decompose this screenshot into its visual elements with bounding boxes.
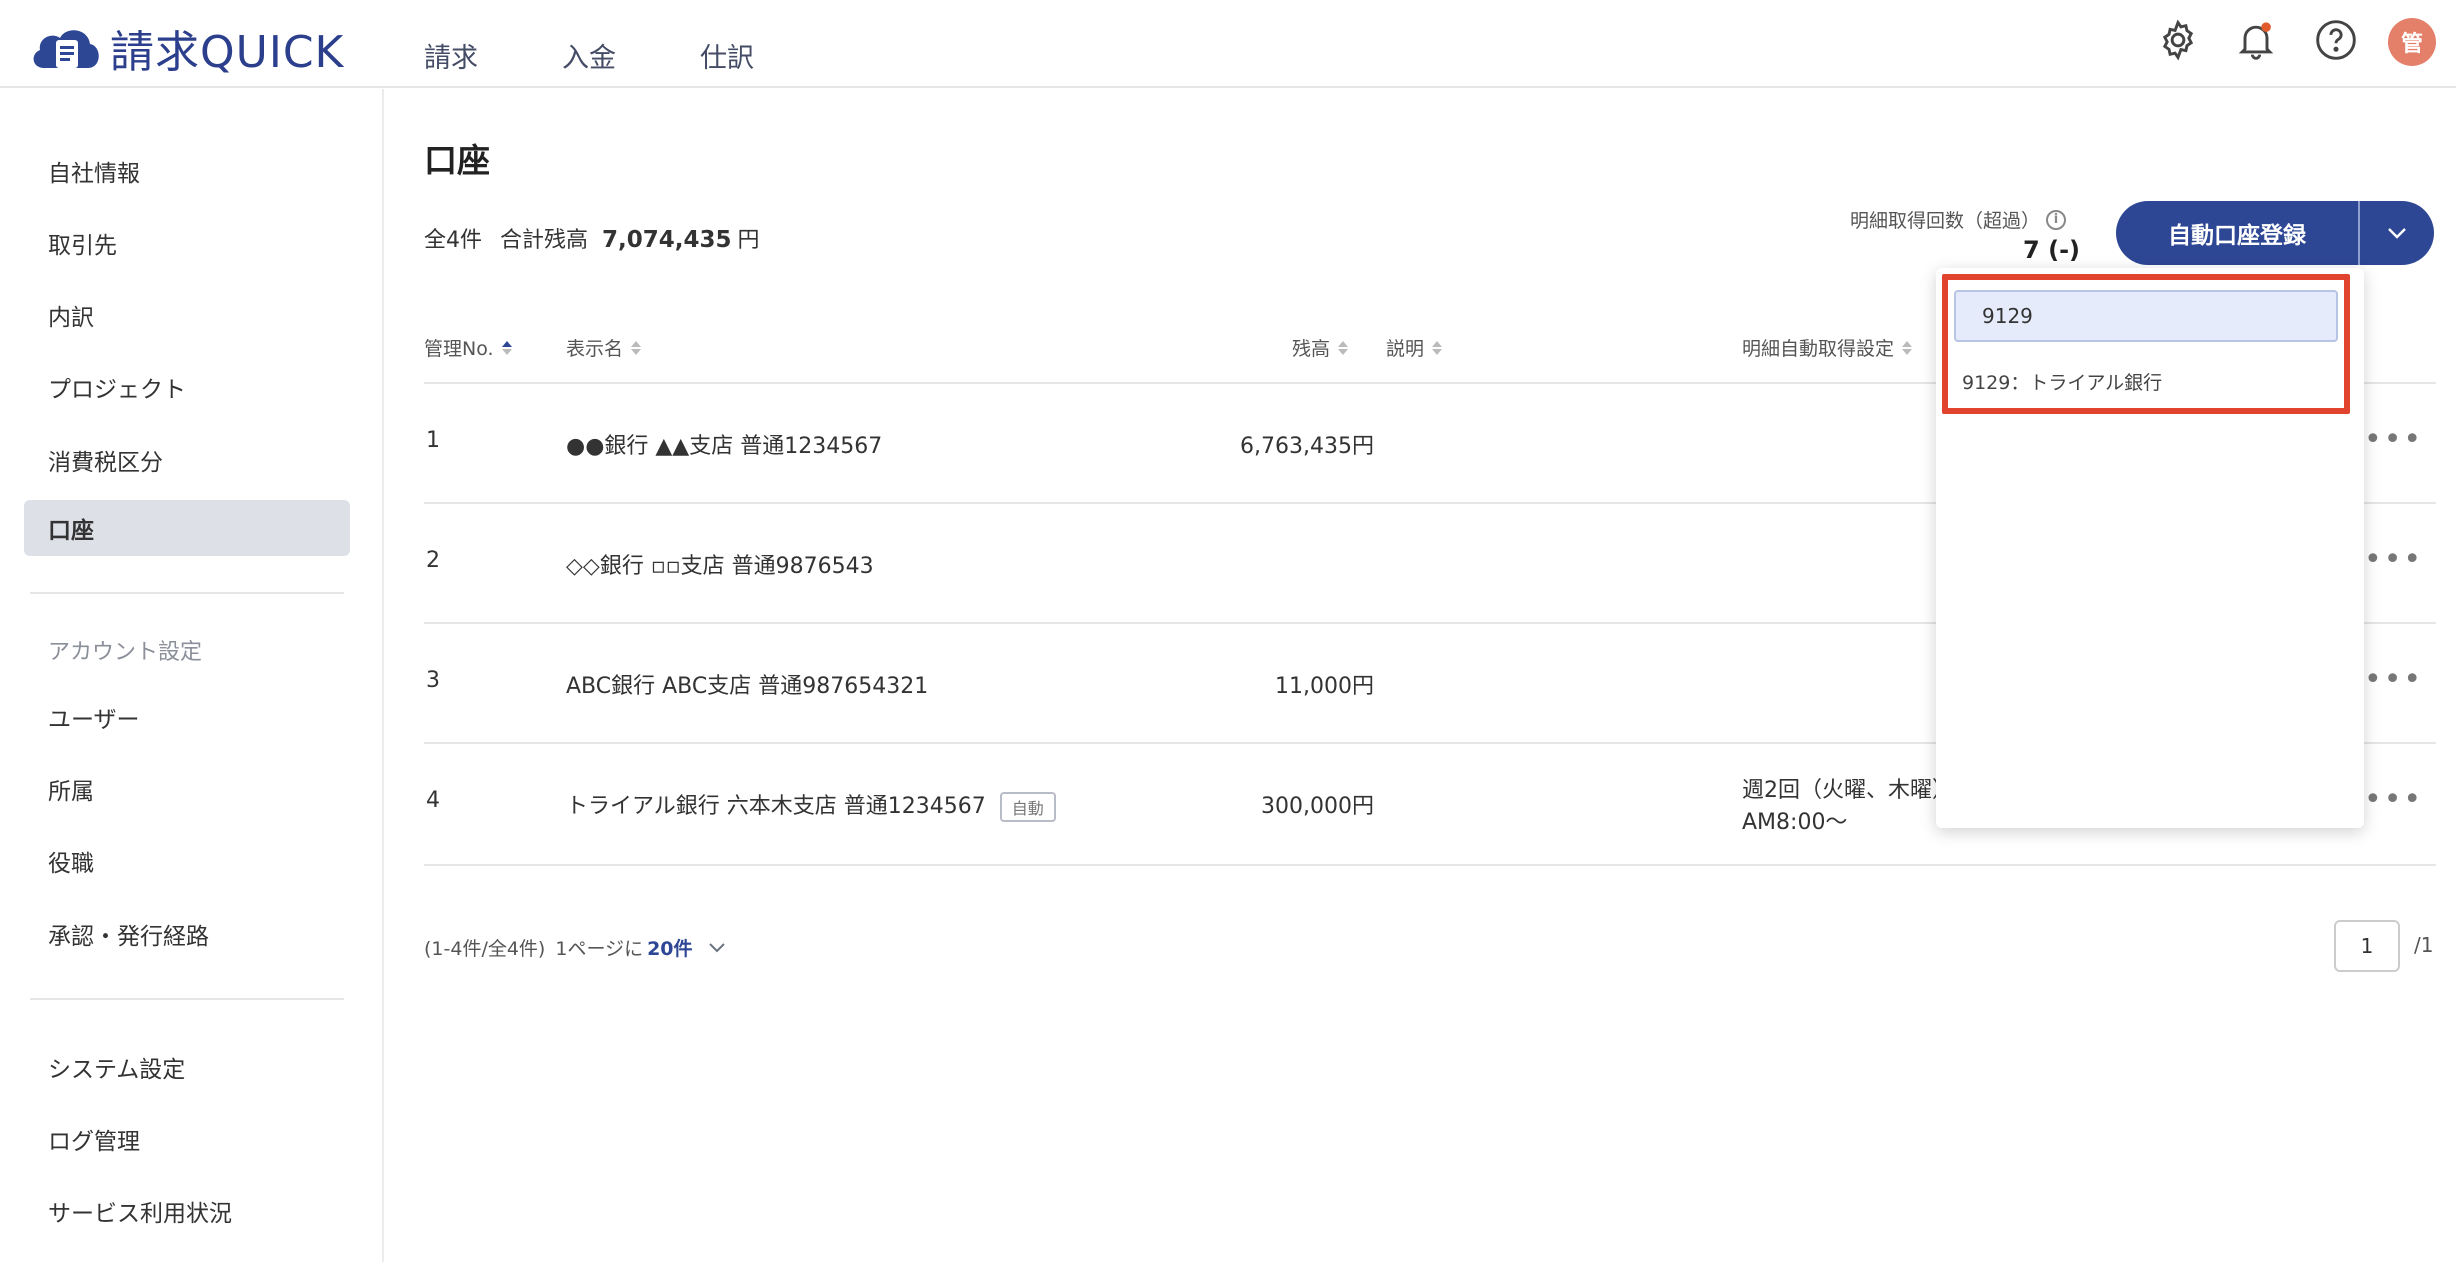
bell-icon[interactable] <box>2226 10 2286 70</box>
logo-text: 請求QUICK <box>110 27 345 78</box>
sidebar-item-users[interactable]: ユーザー <box>24 689 350 745</box>
chevron-down-icon <box>2388 228 2406 239</box>
row-menu-button[interactable]: ••• <box>2364 422 2423 457</box>
sort-icon <box>1432 340 1443 355</box>
total-value: 7,074,435 <box>602 227 732 253</box>
cell-name: ABC銀行 ABC支店 普通987654321 <box>566 674 929 699</box>
nav-payments[interactable]: 入金 <box>562 36 616 75</box>
cell-name: ●●銀行 ▲▲支店 普通1234567 <box>566 434 883 459</box>
header-name[interactable]: 表示名 <box>566 334 642 361</box>
sidebar-item-approval[interactable]: 承認・発行経路 <box>24 906 350 962</box>
header-name-label: 表示名 <box>566 338 624 360</box>
header-balance[interactable]: 残高 <box>1292 334 1349 361</box>
sidebar-divider <box>30 998 344 1000</box>
cell-balance: 300,000円 <box>1261 794 1374 819</box>
sidebar-item-departments[interactable]: 所属 <box>24 761 350 817</box>
cell-name: ◇◇銀行 ▫▫支店 普通9876543 <box>566 554 874 579</box>
auto-register-button[interactable]: 自動口座登録 <box>2116 201 2358 265</box>
nav-journal[interactable]: 仕訳 <box>700 36 754 75</box>
top-nav: 請求 入金 仕訳 <box>424 36 838 75</box>
total-unit: 円 <box>737 228 760 253</box>
page-number-input[interactable]: 1 <box>2334 920 2400 972</box>
sidebar-item-projects[interactable]: プロジェクト <box>24 359 350 415</box>
header-no[interactable]: 管理No. <box>424 334 512 361</box>
count-label: 全4件 <box>424 228 482 253</box>
header-description[interactable]: 説明 <box>1386 334 1443 361</box>
cell-balance: 11,000円 <box>1275 674 1374 699</box>
cell-name: トライアル銀行 六本木支店 普通1234567 自動 <box>566 788 1056 822</box>
row-divider <box>424 864 2436 866</box>
cell-auto-time: AM8:00〜 <box>1742 810 1848 835</box>
sidebar-item-breakdown[interactable]: 内訳 <box>24 287 350 343</box>
header-auto-fetch[interactable]: 明細自動取得設定 <box>1742 334 1913 361</box>
info-icon[interactable]: i <box>2046 209 2067 230</box>
register-button-group: 自動口座登録 <box>2116 201 2434 265</box>
sidebar-item-system[interactable]: システム設定 <box>24 1039 350 1095</box>
sidebar-item-accounts[interactable]: 口座 <box>24 500 350 556</box>
sort-icon <box>501 340 512 355</box>
header-no-label: 管理No. <box>424 338 494 360</box>
pagination-info: (1-4件/全4件) 1ページに 20件 <box>424 934 727 961</box>
row-menu-button[interactable]: ••• <box>2364 782 2423 817</box>
sidebar-item-positions[interactable]: 役職 <box>24 833 350 889</box>
sort-icon <box>1902 340 1913 355</box>
help-icon[interactable] <box>2306 10 2366 70</box>
sidebar-section-account: アカウント設定 <box>48 640 203 665</box>
avatar[interactable]: 管 <box>2388 18 2436 66</box>
auto-badge: 自動 <box>999 792 1056 822</box>
sidebar-item-company[interactable]: 自社情報 <box>24 143 350 199</box>
cell-no: 3 <box>426 668 440 693</box>
logo[interactable]: 請求QUICK <box>28 16 344 80</box>
row-menu-button[interactable]: ••• <box>2364 662 2423 697</box>
register-dropdown-toggle[interactable] <box>2358 201 2434 265</box>
sidebar: 自社情報 取引先 内訳 プロジェクト 消費税区分 口座 アカウント設定 ユーザー… <box>0 89 384 1262</box>
sidebar-divider <box>30 592 344 594</box>
logo-icon <box>28 20 104 76</box>
nav-billing[interactable]: 請求 <box>424 36 478 75</box>
page-total: /1 <box>2414 933 2434 957</box>
highlight-frame <box>1942 274 2350 414</box>
header-balance-label: 残高 <box>1292 338 1331 360</box>
fetch-count-label: 明細取得回数（超過） i <box>1850 206 2067 233</box>
sidebar-item-clients[interactable]: 取引先 <box>24 215 350 271</box>
header-description-label: 説明 <box>1386 338 1425 360</box>
sort-icon <box>1338 340 1349 355</box>
app-header: 請求QUICK 請求 入金 仕訳 管 <box>0 0 2456 88</box>
header-auto-fetch-label: 明細自動取得設定 <box>1742 338 1895 360</box>
cell-auto-schedule: 週2回（火曜、木曜） <box>1742 778 1954 803</box>
sidebar-item-usage[interactable]: サービス利用状況 <box>24 1183 350 1239</box>
chevron-down-icon[interactable] <box>707 941 727 955</box>
cell-balance: 6,763,435円 <box>1240 434 1374 459</box>
cell-no: 1 <box>426 428 440 453</box>
cell-no: 2 <box>426 548 440 573</box>
cell-no: 4 <box>426 788 440 813</box>
total-label: 合計残高 <box>500 228 589 253</box>
page-title: 口座 <box>424 141 490 180</box>
row-menu-button[interactable]: ••• <box>2364 542 2423 577</box>
sort-icon <box>631 340 642 355</box>
sidebar-item-tax[interactable]: 消費税区分 <box>24 432 350 488</box>
pagination-range: (1-4件/全4件) <box>424 938 546 960</box>
gear-icon[interactable] <box>2148 10 2208 70</box>
per-page-label: 1ページに <box>555 938 644 960</box>
cell-name-text: トライアル銀行 六本木支店 普通1234567 <box>566 794 986 819</box>
fetch-count-value: 7 (-) <box>2023 236 2080 264</box>
per-page-select[interactable]: 20件 <box>647 934 692 961</box>
account-summary: 全4件 合計残高 7,074,435 円 <box>424 222 760 254</box>
fetch-count-text: 明細取得回数（超過） <box>1850 210 2041 232</box>
sidebar-item-logs[interactable]: ログ管理 <box>24 1111 350 1167</box>
